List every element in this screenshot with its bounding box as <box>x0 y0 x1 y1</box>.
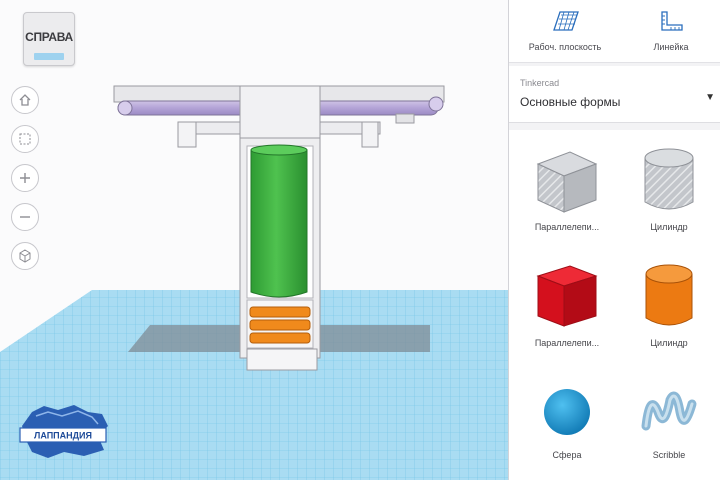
workplane-icon <box>553 11 579 31</box>
shape-sphere[interactable]: Сфера <box>517 382 617 460</box>
shape-label: Параллелепи... <box>534 338 600 348</box>
model-column <box>239 137 321 371</box>
box-hole-icon <box>536 151 598 213</box>
watermark-logo: ЛАППАНДИЯ <box>19 405 108 458</box>
sphere-icon <box>544 389 590 435</box>
workplane-button[interactable]: Рабоч. плоскость <box>515 8 615 52</box>
zoom-out-icon[interactable] <box>11 203 39 231</box>
shape-cylinder-hole[interactable]: Цилиндр <box>619 144 719 232</box>
shape-scribble[interactable]: Scribble <box>619 382 719 460</box>
home-icon[interactable] <box>11 86 39 114</box>
cylinder-hole-icon <box>644 148 694 210</box>
zoom-in-icon[interactable] <box>11 164 39 192</box>
box-icon <box>536 265 598 327</box>
ruler-label: Линейка <box>653 42 689 52</box>
cylinder-icon <box>645 264 693 326</box>
view-tools <box>11 86 39 281</box>
ruler-icon <box>661 11 683 31</box>
chevron-down-icon: ▼ <box>705 92 715 103</box>
view-cube-base <box>34 53 64 60</box>
view-cube[interactable]: СПРАВА <box>23 12 75 66</box>
scribble-icon <box>641 391 697 431</box>
view-cube-label: СПРАВА <box>25 30 73 44</box>
category-value: Основные формы <box>520 95 621 109</box>
shapes-grid: Параллелепи... Цилиндр Параллелепи... Ци… <box>509 130 720 480</box>
shape-label: Цилиндр <box>650 338 688 348</box>
perspective-icon[interactable] <box>11 242 39 270</box>
shape-category-select[interactable]: Tinkercad Основные формы ▼ <box>509 66 720 123</box>
shape-label: Сфера <box>552 450 582 460</box>
shape-label: Цилиндр <box>650 222 688 232</box>
watermark-text: ЛАППАНДИЯ <box>34 431 92 441</box>
shape-cylinder[interactable]: Цилиндр <box>619 260 719 348</box>
shape-box[interactable]: Параллелепи... <box>517 260 617 348</box>
ruler-button[interactable]: Линейка <box>621 8 720 52</box>
panel-toolbar: Рабоч. плоскость Линейка <box>509 0 720 63</box>
library-source: Tinkercad <box>520 78 560 88</box>
workplane-viewport[interactable]: СПРАВА ЛАППАНДИЯ <box>0 0 508 480</box>
workplane-label: Рабоч. плоскость <box>528 42 602 52</box>
shape-box-hole[interactable]: Параллелепи... <box>517 144 617 232</box>
fit-view-icon[interactable] <box>11 125 39 153</box>
shape-label: Scribble <box>652 450 686 460</box>
right-panel: Рабоч. плоскость Линейка Tinkercad Основ… <box>508 0 720 480</box>
shape-label: Параллелепи... <box>534 222 600 232</box>
